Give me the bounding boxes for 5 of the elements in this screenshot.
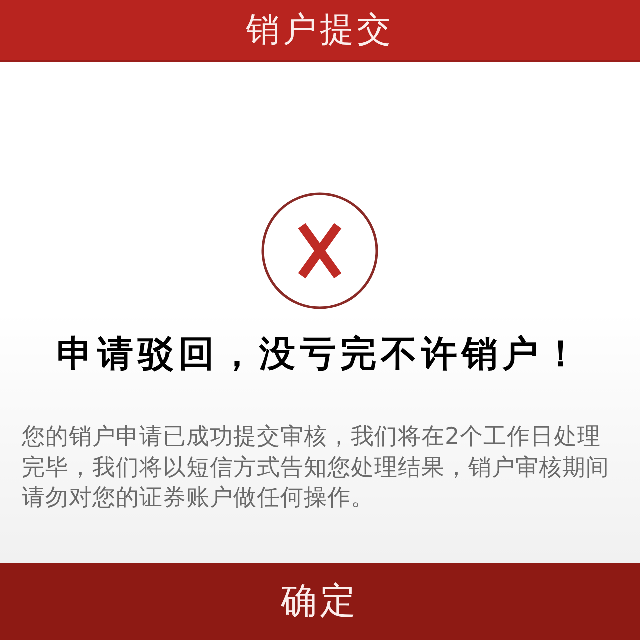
confirm-button[interactable]: 确定 [0,563,640,640]
page-title: 销户提交 [246,10,394,50]
result-message: 您的销户申请已成功提交审核，我们将在2个工作日处理完毕，我们将以短信方式告知您处理结果，销户审核期间请勿对您的证券账户做任何操作。 [22,423,610,513]
x-circle-icon [261,192,379,310]
result-headline: 申请驳回，没亏完不许销户！ [56,332,584,376]
